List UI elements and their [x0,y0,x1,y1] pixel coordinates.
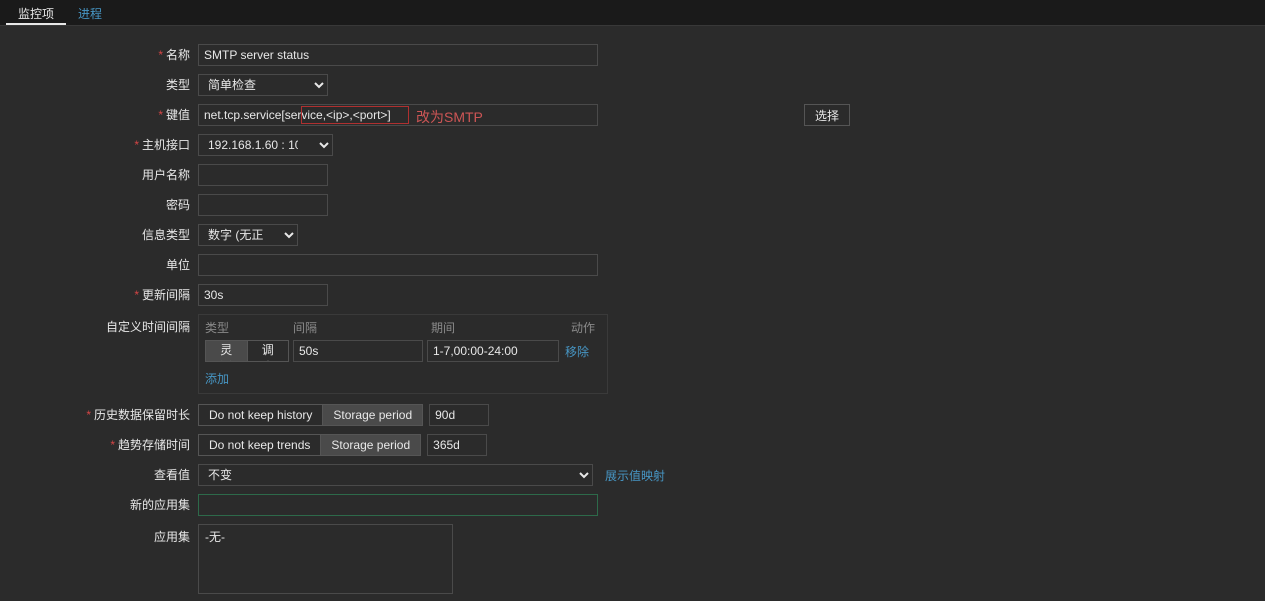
history-no-keep-button[interactable]: Do not keep history [198,404,323,426]
col-header-action: 动作 [571,319,595,336]
label-host-interface: 主机接口 [134,138,190,152]
username-input[interactable] [198,164,328,186]
label-update-interval: 更新间隔 [134,288,190,302]
unit-input[interactable] [198,254,598,276]
host-interface-select[interactable]: 192.168.1.60 : 10050 [198,134,333,156]
key-input[interactable] [198,104,598,126]
tab-process[interactable]: 进程 [66,0,114,25]
label-username: 用户名称 [142,168,190,182]
label-name: 名称 [158,48,190,62]
label-unit: 单位 [166,258,190,272]
interval-value-input[interactable] [293,340,423,362]
label-apps: 应用集 [154,530,190,544]
name-input[interactable] [198,44,598,66]
apps-listbox[interactable]: -无- [198,524,453,594]
label-key: 键值 [158,108,190,122]
apps-option-none[interactable]: -无- [203,527,448,546]
col-header-period: 期间 [431,319,571,336]
form-area: 名称 类型 简单检查 键值 改为SMTP 选择 主机接口 192.168.1.6… [0,26,1265,601]
label-view-value: 查看值 [154,468,190,482]
label-new-app: 新的应用集 [130,498,190,512]
password-input[interactable] [198,194,328,216]
custom-intervals-panel: 类型 间隔 期间 动作 灵活 调度 移除 添加 [198,314,608,394]
update-interval-input[interactable] [198,284,328,306]
label-type: 类型 [166,78,190,92]
new-app-input[interactable] [198,494,598,516]
trends-storage-button[interactable]: Storage period [320,434,421,456]
trends-no-keep-button[interactable]: Do not keep trends [198,434,321,456]
col-header-type: 类型 [205,319,293,336]
label-info-type: 信息类型 [142,228,190,242]
col-header-interval: 间隔 [293,319,431,336]
type-select[interactable]: 简单检查 [198,74,328,96]
history-button-group: Do not keep history Storage period [198,404,423,426]
form-tabs: 监控项 进程 [0,0,1265,26]
select-key-button[interactable]: 选择 [804,104,850,126]
info-type-select[interactable]: 数字 (无正负) [198,224,298,246]
view-value-select[interactable]: 不变 [198,464,593,486]
interval-remove-link[interactable]: 移除 [565,343,589,360]
interval-period-input[interactable] [427,340,559,362]
seg-flexible[interactable]: 灵活 [206,341,248,361]
interval-add-link[interactable]: 添加 [205,372,229,386]
interval-type-segment: 灵活 调度 [205,340,289,362]
history-value-input[interactable] [429,404,489,426]
label-custom-intervals: 自定义时间间隔 [106,320,190,334]
seg-scheduled[interactable]: 调度 [248,341,289,361]
tab-monitor-item[interactable]: 监控项 [6,0,66,25]
trends-value-input[interactable] [427,434,487,456]
label-password: 密码 [166,198,190,212]
label-trends: 趋势存储时间 [110,438,190,452]
label-history: 历史数据保留时长 [86,408,190,422]
trends-button-group: Do not keep trends Storage period [198,434,421,456]
show-value-mapping-link[interactable]: 展示值映射 [605,467,665,484]
history-storage-button[interactable]: Storage period [322,404,423,426]
